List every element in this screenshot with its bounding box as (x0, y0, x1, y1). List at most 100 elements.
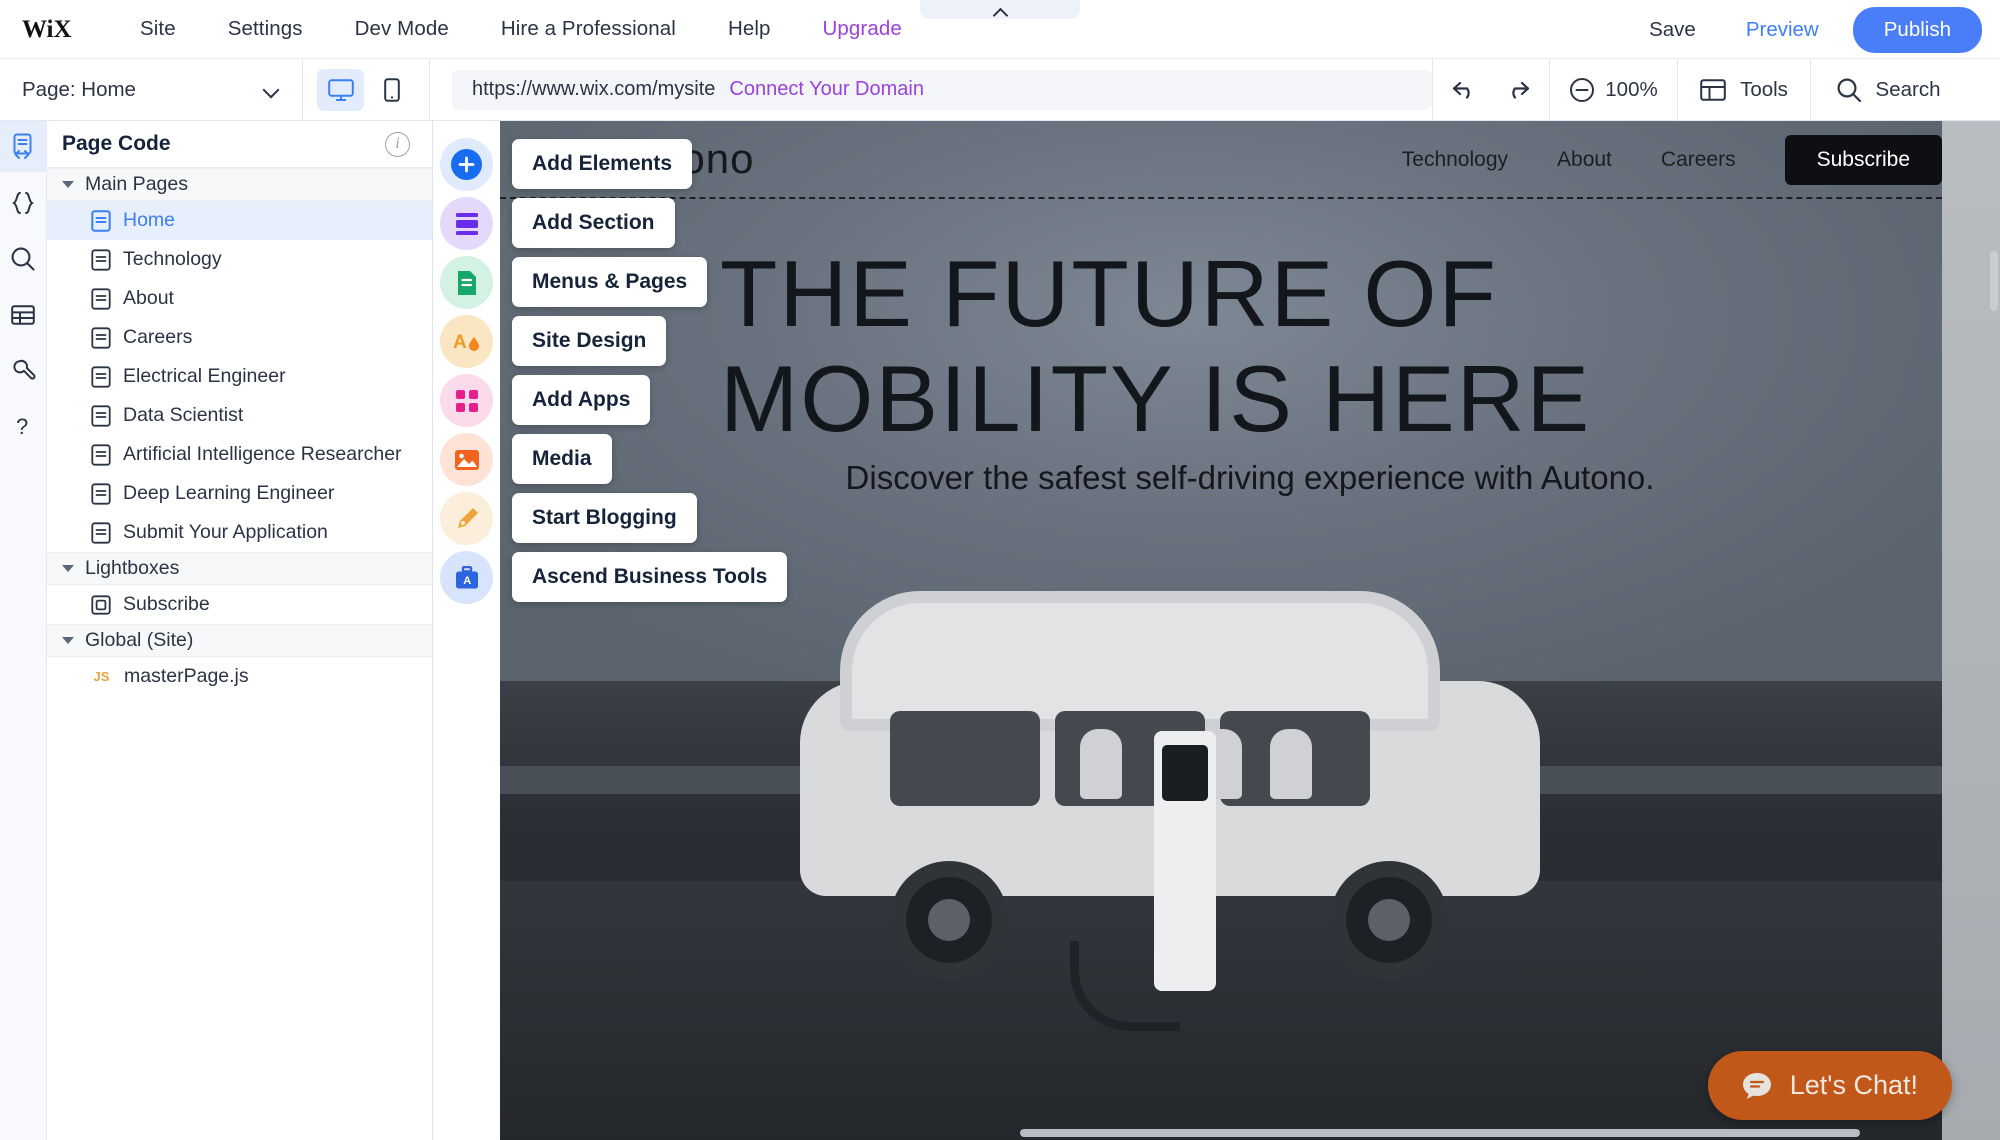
tooltip-add-elements[interactable]: Add Elements (512, 139, 693, 189)
search-button[interactable]: Search (1811, 59, 1965, 120)
tooltip-ascend-business[interactable]: Ascend Business Tools (512, 552, 788, 602)
page-icon (91, 482, 111, 505)
tree-group-label: Main Pages (85, 173, 188, 195)
save-button[interactable]: Save (1649, 18, 1696, 42)
tree-item-data-scientist[interactable]: Data Scientist (47, 396, 432, 435)
tooltip-menus-pages[interactable]: Menus & Pages (512, 257, 708, 307)
site-nav-about[interactable]: About (1557, 148, 1612, 172)
tools-button[interactable]: Tools (1678, 59, 1811, 120)
tree-group-label: Lightboxes (85, 557, 180, 579)
chevron-down-icon (262, 84, 280, 96)
top-nav-settings[interactable]: Settings (228, 17, 303, 41)
site-url-bar: https://www.wix.com/mysite Connect Your … (430, 59, 1433, 120)
tree-group-lightboxes[interactable]: Lightboxes (47, 552, 432, 585)
tool-add-elements[interactable] (440, 138, 493, 191)
tree-item-masterpage-js[interactable]: JS masterPage.js (47, 657, 432, 696)
top-nav-site[interactable]: Site (140, 17, 176, 41)
tooltip-site-design[interactable]: Site Design (512, 316, 667, 366)
search-icon (11, 247, 35, 271)
top-nav-help[interactable]: Help (728, 17, 771, 41)
tool-site-design[interactable]: A (440, 315, 493, 368)
site-nav-technology[interactable]: Technology (1402, 148, 1508, 172)
page-selector-dropdown[interactable]: Page: Home (0, 59, 303, 120)
tool-add-apps[interactable] (440, 374, 493, 427)
tree-item-home[interactable]: Home (47, 201, 432, 240)
tooltip-start-blogging[interactable]: Start Blogging (512, 493, 697, 543)
rail-item-code-braces[interactable] (0, 177, 47, 228)
zoom-control[interactable]: 100% (1550, 59, 1678, 120)
page-icon (91, 521, 111, 544)
tree-item-label: Electrical Engineer (123, 365, 286, 387)
top-nav-hire-professional[interactable]: Hire a Professional (501, 17, 676, 41)
undo-icon[interactable] (1451, 79, 1478, 101)
tool-ascend-business[interactable]: A (440, 551, 493, 604)
rail-item-search[interactable] (0, 233, 47, 284)
top-nav-dev-mode[interactable]: Dev Mode (355, 17, 449, 41)
site-subscribe-button[interactable]: Subscribe (1784, 135, 1942, 185)
top-nav-upgrade[interactable]: Upgrade (823, 17, 902, 41)
mobile-view-button[interactable] (368, 69, 415, 111)
redo-icon[interactable] (1504, 79, 1531, 101)
hero-headline: THE FUTURE OF MOBILITY IS HERE (720, 241, 1900, 452)
info-icon[interactable]: i (385, 131, 410, 157)
tool-start-blogging[interactable] (440, 492, 493, 545)
tool-media[interactable] (440, 433, 493, 486)
chat-bubble-icon (1742, 1072, 1771, 1099)
page-icon (91, 248, 111, 271)
tooltip-add-apps[interactable]: Add Apps (512, 375, 651, 425)
tooltip-media[interactable]: Media (512, 434, 612, 484)
design-icon: A (453, 332, 479, 353)
tree-item-technology[interactable]: Technology (47, 240, 432, 279)
wix-logo[interactable]: WiX (18, 12, 88, 46)
tree-group-global-site[interactable]: Global (Site) (47, 624, 432, 657)
page-icon (91, 404, 111, 427)
tree-item-label: Subscribe (123, 593, 210, 615)
tools-label: Tools (1740, 77, 1788, 101)
tree-item-about[interactable]: About (47, 279, 432, 318)
mobile-icon (383, 77, 400, 102)
site-canvas[interactable]: autono Technology About Careers Subscrib… (500, 121, 2000, 1140)
tool-add-section[interactable] (440, 197, 493, 250)
page-code-panel: Page Code i Main Pages Home Technology A… (47, 121, 433, 1140)
tree-item-deep-learning-engineer[interactable]: Deep Learning Engineer (47, 474, 432, 513)
rail-item-tools[interactable] (0, 345, 47, 396)
zoom-level-label: 100% (1605, 77, 1658, 101)
tree-item-label: Technology (123, 248, 222, 270)
top-actions: Save Preview Publish (1649, 0, 1982, 59)
collapse-toolbar-tab[interactable] (920, 0, 1080, 19)
url-pill[interactable]: https://www.wix.com/mysite Connect Your … (452, 69, 1432, 110)
canvas-horizontal-scrollbar[interactable] (1020, 1129, 1860, 1137)
page-icon (91, 287, 111, 310)
tool-menus-pages[interactable] (440, 256, 493, 309)
hero-headline-line2: MOBILITY IS HERE (720, 346, 1592, 452)
rail-item-database[interactable] (0, 289, 47, 340)
panel-header: Page Code i (47, 121, 432, 168)
desktop-icon (327, 78, 354, 101)
tooltip-add-section[interactable]: Add Section (512, 198, 675, 248)
tree-item-submit-your-application[interactable]: Submit Your Application (47, 513, 432, 552)
preview-button[interactable]: Preview (1746, 18, 1819, 42)
tree-item-electrical-engineer[interactable]: Electrical Engineer (47, 357, 432, 396)
tree-item-label: Data Scientist (123, 404, 244, 426)
desktop-view-button[interactable] (317, 68, 364, 111)
tree-item-ai-researcher[interactable]: Artificial Intelligence Researcher (47, 435, 432, 474)
rail-item-page-code[interactable] (0, 121, 47, 172)
js-file-icon: JS (93, 669, 110, 684)
tree-item-label: About (123, 287, 174, 309)
chat-widget-button[interactable]: Let's Chat! (1707, 1051, 1952, 1120)
tree-group-main-pages[interactable]: Main Pages (47, 168, 432, 201)
lightbox-icon (91, 594, 111, 615)
site-nav-careers[interactable]: Careers (1661, 148, 1736, 172)
page-icon (91, 365, 111, 388)
connect-domain-link[interactable]: Connect Your Domain (729, 78, 924, 101)
section-divider-dashed (500, 197, 1942, 199)
tree-item-subscribe[interactable]: Subscribe (47, 585, 432, 624)
rail-item-help[interactable]: ? (0, 401, 47, 452)
svg-text:WiX: WiX (22, 16, 72, 42)
tree-item-careers[interactable]: Careers (47, 318, 432, 357)
help-icon: ? (16, 414, 28, 439)
canvas-vertical-scrollbar[interactable] (1990, 251, 1998, 311)
publish-button[interactable]: Publish (1852, 6, 1982, 53)
tree-item-label: Submit Your Application (123, 521, 328, 543)
zoom-out-icon[interactable] (1569, 77, 1595, 103)
